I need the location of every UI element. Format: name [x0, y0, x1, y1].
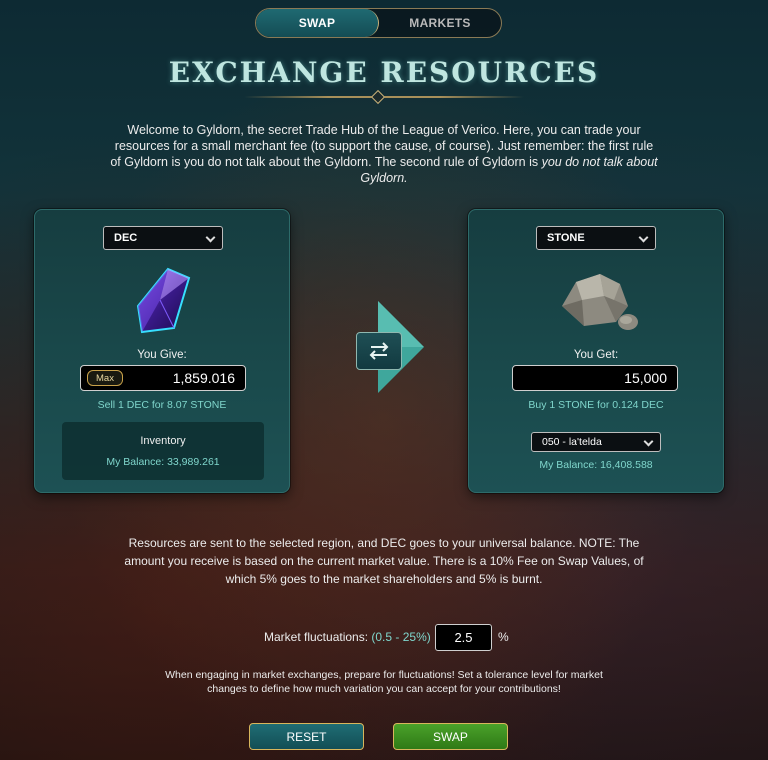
get-resource-select[interactable]: STONE — [536, 226, 656, 250]
exchange-page: SWAP MARKETS EXCHANGE RESOURCES Welcome … — [0, 0, 768, 760]
purple-crystal-icon — [136, 267, 191, 334]
swap-arrows-icon[interactable] — [356, 332, 402, 370]
chevron-down-icon — [205, 232, 216, 243]
stone-icon — [562, 274, 638, 330]
reset-button[interactable]: RESET — [249, 723, 364, 750]
view-toggle: SWAP MARKETS — [255, 8, 502, 38]
inventory-box: Inventory My Balance: 33,989.261 — [62, 422, 264, 480]
fluctuation-label-text: Market fluctuations: — [264, 630, 369, 644]
give-currency-value: DEC — [114, 232, 138, 244]
give-amount-value: 1,859.016 — [172, 370, 235, 386]
tab-swap[interactable]: SWAP — [256, 9, 379, 37]
give-amount-input[interactable]: Max 1,859.016 — [80, 365, 246, 391]
fluctuation-unit: % — [498, 630, 509, 644]
fluctuation-warning: When engaging in market exchanges, prepa… — [165, 669, 603, 695]
get-resource-value: STONE — [547, 232, 585, 244]
get-rate: Buy 1 STONE for 0.124 DEC — [528, 399, 664, 411]
fluctuation-label: Market fluctuations: (0.5 - 25%) — [264, 630, 431, 644]
region-value: 050 - la'telda — [542, 436, 602, 448]
get-panel: STONE You Get: 15,000 Buy 1 STONE for 0.… — [468, 209, 724, 493]
region-select[interactable]: 050 - la'telda — [531, 432, 661, 452]
title-divider-ornament — [370, 89, 386, 105]
inventory-label: Inventory — [140, 435, 186, 447]
give-currency-select[interactable]: DEC — [103, 226, 223, 250]
get-amount-input[interactable]: 15,000 — [512, 365, 678, 391]
give-panel: DEC You Give: Max 1,859.016 Sell 1 DEC f… — [34, 209, 290, 493]
give-label: You Give: — [137, 349, 187, 361]
chevron-down-icon — [638, 232, 649, 243]
get-amount-value: 15,000 — [624, 370, 667, 386]
chevron-down-icon — [643, 436, 654, 447]
fluctuation-range: (0.5 - 25%) — [371, 630, 431, 644]
max-button[interactable]: Max — [87, 370, 123, 386]
fee-note: Resources are sent to the selected regio… — [124, 536, 644, 586]
page-title: EXCHANGE RESOURCES — [168, 56, 600, 89]
intro-text: Welcome to Gyldorn, the secret Trade Hub… — [110, 122, 658, 186]
get-label: You Get: — [573, 349, 619, 361]
give-rate: Sell 1 DEC for 8.07 STONE — [97, 399, 227, 411]
swap-arrows-glyph — [369, 342, 389, 360]
tab-markets[interactable]: MARKETS — [379, 9, 501, 37]
swap-button[interactable]: SWAP — [393, 723, 508, 750]
fluctuation-input[interactable]: 2.5 — [435, 624, 492, 651]
get-balance: My Balance: 16,408.588 — [539, 459, 653, 471]
give-balance: My Balance: 33,989.261 — [106, 456, 220, 468]
